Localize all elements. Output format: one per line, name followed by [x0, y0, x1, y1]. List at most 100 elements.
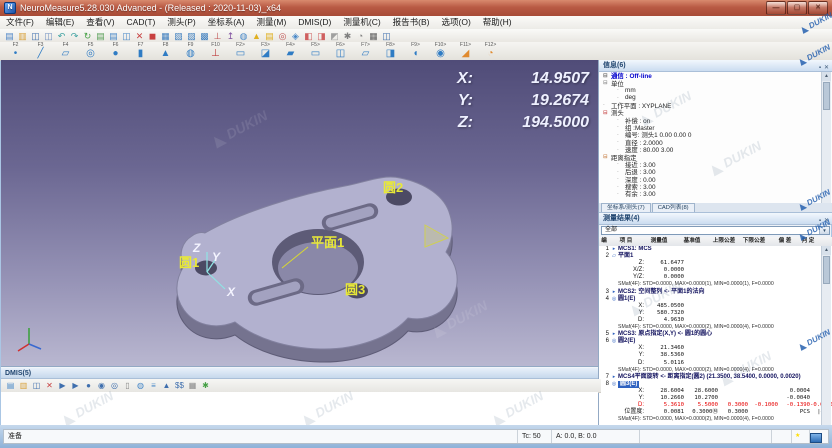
- menu-item[interactable]: 查看(V): [80, 16, 120, 29]
- result-row[interactable]: 7 ▸ MCS4平面旋转 <- 距离指定(圆2) (21.3500, 38.54…: [599, 374, 832, 381]
- dmis-search-icon[interactable]: ◍: [134, 380, 147, 392]
- settings-icon[interactable]: ✱: [341, 30, 354, 42]
- viewport-3d[interactable]: 圆1 圆2 圆3 平面1 Z Y X X: 14.9507 Y:: [1, 60, 598, 366]
- label-icon[interactable]: ◨: [315, 30, 328, 42]
- measure-sphere-icon[interactable]: F6 ●: [103, 42, 128, 60]
- dmis-list-icon[interactable]: ≡: [147, 380, 160, 392]
- tolerance-icon[interactable]: ◧: [302, 30, 315, 42]
- tree-expander-icon[interactable]: ·: [617, 176, 625, 182]
- result-row[interactable]: Y: 10.2660 10.2700 -0.0040: [599, 395, 832, 402]
- tree-expander-icon[interactable]: ·: [603, 102, 611, 108]
- result-row[interactable]: 4 ◎ 圆1(E): [599, 296, 832, 303]
- page-add-icon[interactable]: ▤: [107, 30, 120, 42]
- cad-view2-icon[interactable]: ▧: [172, 30, 185, 42]
- info-panel-tab[interactable]: 坐标系/测头(7): [601, 203, 651, 212]
- save-all-icon[interactable]: ◫: [42, 30, 55, 42]
- menu-item[interactable]: CAD(T): [121, 16, 162, 29]
- refresh-icon[interactable]: ↻: [81, 30, 94, 42]
- scroll-up-icon[interactable]: ▲: [822, 72, 831, 81]
- tree-expander-icon[interactable]: ⊟: [603, 80, 611, 86]
- tree-expander-icon[interactable]: ⊟: [603, 110, 611, 116]
- info-tree-node[interactable]: ⊟ 单位: [599, 79, 832, 86]
- measure-circle-icon[interactable]: F5 ◎: [78, 42, 103, 60]
- tree-expander-icon[interactable]: ⊟: [603, 73, 611, 79]
- measure-point-icon[interactable]: F2 •: [3, 42, 28, 60]
- axes-icon[interactable]: ⊥: [211, 30, 224, 42]
- dmis-open-icon[interactable]: ▤: [4, 380, 17, 392]
- result-row[interactable]: D: 5.0116: [599, 360, 832, 367]
- tree-expander-icon[interactable]: ·: [617, 169, 625, 175]
- measure-torus-icon[interactable]: F9 ◍: [178, 42, 203, 60]
- copy-icon[interactable]: ◫: [120, 30, 133, 42]
- warning-icon[interactable]: ▲: [250, 30, 263, 42]
- info-tree-node[interactable]: · 有余 : 3.00: [599, 190, 832, 197]
- open-file-icon[interactable]: ▥: [16, 30, 29, 42]
- measure-rect-icon[interactable]: F4> ▰: [278, 42, 303, 60]
- result-row[interactable]: X/Z: 0.0000: [599, 267, 832, 274]
- scrollbar-thumb[interactable]: [823, 82, 830, 110]
- close-button[interactable]: ✕: [808, 1, 828, 15]
- scrollbar-thumb[interactable]: [823, 256, 830, 284]
- result-row[interactable]: X: 28.6004 28.6000 0.0004: [599, 388, 832, 395]
- timer-icon[interactable]: ◔: [354, 30, 367, 42]
- target-icon[interactable]: ◎: [276, 30, 289, 42]
- delete-icon[interactable]: ✕: [133, 30, 146, 42]
- chevron-down-icon[interactable]: ▼: [819, 227, 829, 234]
- result-row[interactable]: Z: 61.6477: [599, 260, 832, 267]
- dmis-grid-icon[interactable]: ▦: [186, 380, 199, 392]
- result-row[interactable]: 3 ▸ MCS2: 空间整列 <- 平面1的法向: [599, 289, 832, 296]
- dmis-stop-icon[interactable]: ◎: [108, 380, 121, 392]
- minimize-button[interactable]: —: [766, 1, 786, 15]
- tree-expander-icon[interactable]: ·: [617, 132, 625, 138]
- info-tree-node[interactable]: · mm: [599, 87, 832, 94]
- layer-icon[interactable]: ◩: [328, 30, 341, 42]
- probe-icon[interactable]: ↥: [224, 30, 237, 42]
- result-row[interactable]: Y/Z: 0.0000: [599, 274, 832, 281]
- result-row[interactable]: 位置度: 0.0081 0.3000Ⓜ 0.3000 PCS |+: [599, 409, 832, 416]
- machine-connection-icon[interactable]: [810, 430, 828, 443]
- result-row[interactable]: D: 4.9630: [599, 317, 832, 324]
- menu-item[interactable]: 报告书(B): [387, 16, 436, 29]
- measure-notch-icon[interactable]: F7> ▱: [353, 42, 378, 60]
- tree-expander-icon[interactable]: ·: [617, 191, 625, 197]
- dmis-record-icon[interactable]: ●: [82, 380, 95, 392]
- menu-item[interactable]: 坐标系(A): [202, 16, 251, 29]
- note-icon[interactable]: ▤: [263, 30, 276, 42]
- tree-expander-icon[interactable]: ·: [617, 161, 625, 167]
- grid-icon[interactable]: ▦: [367, 30, 380, 42]
- redo-icon[interactable]: ↷: [68, 30, 81, 42]
- menu-item[interactable]: 帮助(H): [477, 16, 518, 29]
- menu-item[interactable]: 测头(P): [161, 16, 201, 29]
- result-row[interactable]: X: 21.3460: [599, 345, 832, 352]
- measure-plane-icon[interactable]: F4 ▱: [53, 42, 78, 60]
- dmis-save-icon[interactable]: ◫: [30, 380, 43, 392]
- dmis-run-icon[interactable]: ▶: [56, 380, 69, 392]
- dmis-close-icon[interactable]: ✕: [43, 380, 56, 392]
- menu-item[interactable]: 编辑(E): [40, 16, 80, 29]
- result-row[interactable]: 1 ▸ MCS1: MCS: [599, 246, 832, 253]
- dmis-dollar-icon[interactable]: $$: [173, 380, 186, 392]
- result-row[interactable]: 2 ▱ 平面1: [599, 253, 832, 260]
- info-tree-node[interactable]: · 工作平面 : XYPLANE: [599, 102, 832, 109]
- page-icon[interactable]: ▤: [94, 30, 107, 42]
- measure-line-icon[interactable]: F3 ╱: [28, 42, 53, 60]
- dmis-tools-icon[interactable]: ✱: [199, 380, 212, 392]
- tree-expander-icon[interactable]: ·: [617, 139, 625, 145]
- cad-view3-icon[interactable]: ▨: [185, 30, 198, 42]
- save-icon[interactable]: ◫: [29, 30, 42, 42]
- cad-view4-icon[interactable]: ▩: [198, 30, 211, 42]
- result-row[interactable]: Y: 38.5360: [599, 352, 832, 359]
- info-scrollbar[interactable]: ▲: [821, 72, 831, 203]
- menu-item[interactable]: 选项(O): [436, 16, 477, 29]
- tree-expander-icon[interactable]: ⊟: [603, 154, 611, 160]
- scroll-up-icon[interactable]: ▲: [822, 246, 831, 255]
- result-row[interactable]: SMaf(4F): STD=0.0000, MAX=0.0000(2), MIN…: [599, 367, 832, 374]
- tree-expander-icon[interactable]: ·: [617, 184, 625, 190]
- undo-icon[interactable]: ↶: [55, 30, 68, 42]
- cad-view1-icon[interactable]: ▦: [159, 30, 172, 42]
- menu-item[interactable]: 测量(M): [251, 16, 293, 29]
- result-row[interactable]: 8 ◎ 圆3(E): [599, 381, 832, 388]
- result-filter-select[interactable]: 全部 ▼: [601, 226, 830, 235]
- measure-arc-icon[interactable]: F9> ◖: [403, 42, 428, 60]
- stop-icon[interactable]: ◼: [146, 30, 159, 42]
